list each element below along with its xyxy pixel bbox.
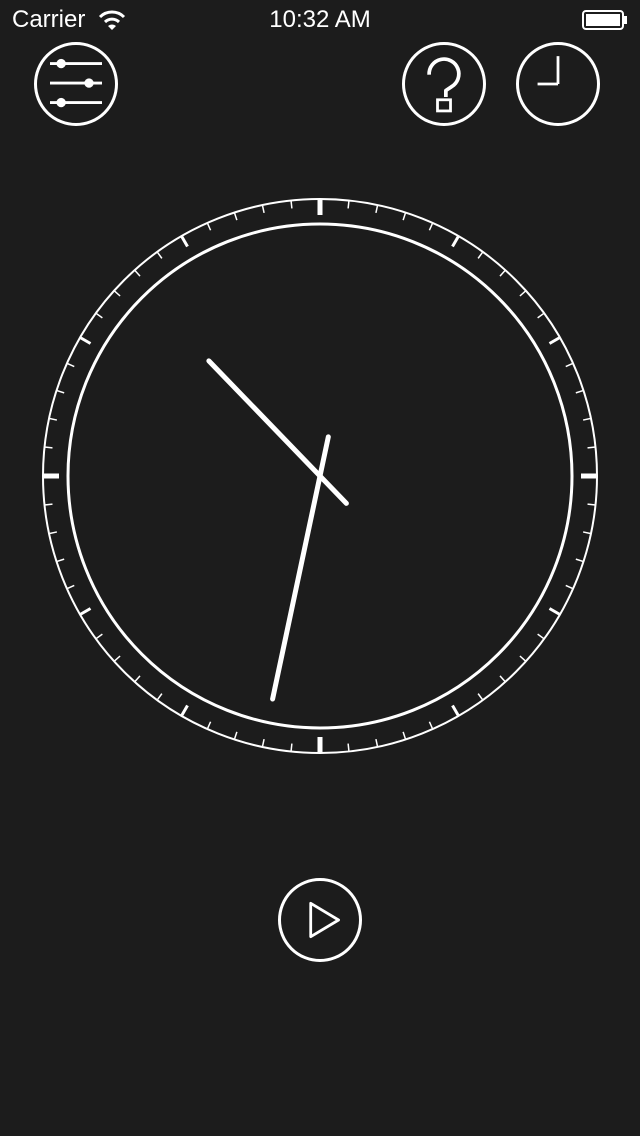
clock-tick [582, 531, 592, 535]
clock-tick [519, 290, 527, 297]
clock-tick [548, 607, 561, 616]
clock-tick [66, 584, 75, 590]
clock-tick [156, 693, 163, 701]
clock-tick [134, 675, 141, 683]
clock-tick [582, 417, 592, 421]
clock-tick [79, 607, 92, 616]
clock-tick [499, 269, 506, 277]
hour-hand [206, 358, 349, 506]
clock-tick [575, 389, 584, 394]
clock-tick [290, 200, 293, 209]
clock-tick [261, 204, 265, 214]
clock-tick [134, 269, 141, 277]
clock-tick [402, 731, 407, 740]
clock-tick [451, 235, 460, 248]
clock-tick [95, 633, 103, 640]
clock-tick [428, 222, 434, 231]
clock-tick [66, 362, 75, 368]
clock-tick [587, 446, 596, 449]
status-time: 10:32 AM [269, 6, 371, 33]
clock-tick [48, 417, 58, 421]
clock-tick [95, 312, 103, 319]
clock-tick [113, 655, 121, 662]
minute-hand [270, 434, 331, 702]
clock-tick [233, 212, 238, 221]
clock-tick [347, 200, 350, 209]
clock-tick [451, 704, 460, 717]
clock-tick [261, 738, 265, 748]
clock-tick [56, 558, 65, 563]
play-icon [309, 901, 340, 939]
clock-face [42, 198, 598, 754]
play-button[interactable] [278, 878, 362, 962]
clock-tick [575, 558, 584, 563]
clock-tick [180, 235, 189, 248]
clock-tick [56, 389, 65, 394]
clock-tick [477, 693, 484, 701]
clock-tick [206, 222, 212, 231]
settings-button[interactable] [34, 42, 118, 126]
clock-tick [79, 336, 92, 345]
battery-icon [582, 10, 627, 30]
clock-tick [565, 362, 574, 368]
clock-tick [537, 633, 545, 640]
clock-tick [290, 743, 293, 752]
clock-tick [565, 584, 574, 590]
clock-tick [48, 531, 58, 535]
clock-tick [428, 721, 434, 730]
clock-tick [519, 655, 527, 662]
clock-tick [375, 738, 379, 748]
clock-tick [587, 503, 596, 506]
clock-tick [402, 212, 407, 221]
clock-tick [347, 743, 350, 752]
clock-tick [206, 721, 212, 730]
question-mark-icon [427, 57, 461, 113]
clock-tick [113, 290, 121, 297]
help-button[interactable] [402, 42, 486, 126]
sliders-icon [50, 58, 102, 108]
clock-tick [375, 204, 379, 214]
clock-tick [233, 731, 238, 740]
clock-icon [537, 56, 560, 86]
status-bar: Carrier 10:32 AM [0, 0, 640, 40]
clock-tick [499, 675, 506, 683]
clock-tick [477, 251, 484, 259]
clock-tick [537, 312, 545, 319]
clock-button[interactable] [516, 42, 600, 126]
clock-tick [548, 336, 561, 345]
clock-tick [44, 446, 53, 449]
clock-tick [44, 503, 53, 506]
clock-tick [180, 704, 189, 717]
clock-tick [156, 251, 163, 259]
